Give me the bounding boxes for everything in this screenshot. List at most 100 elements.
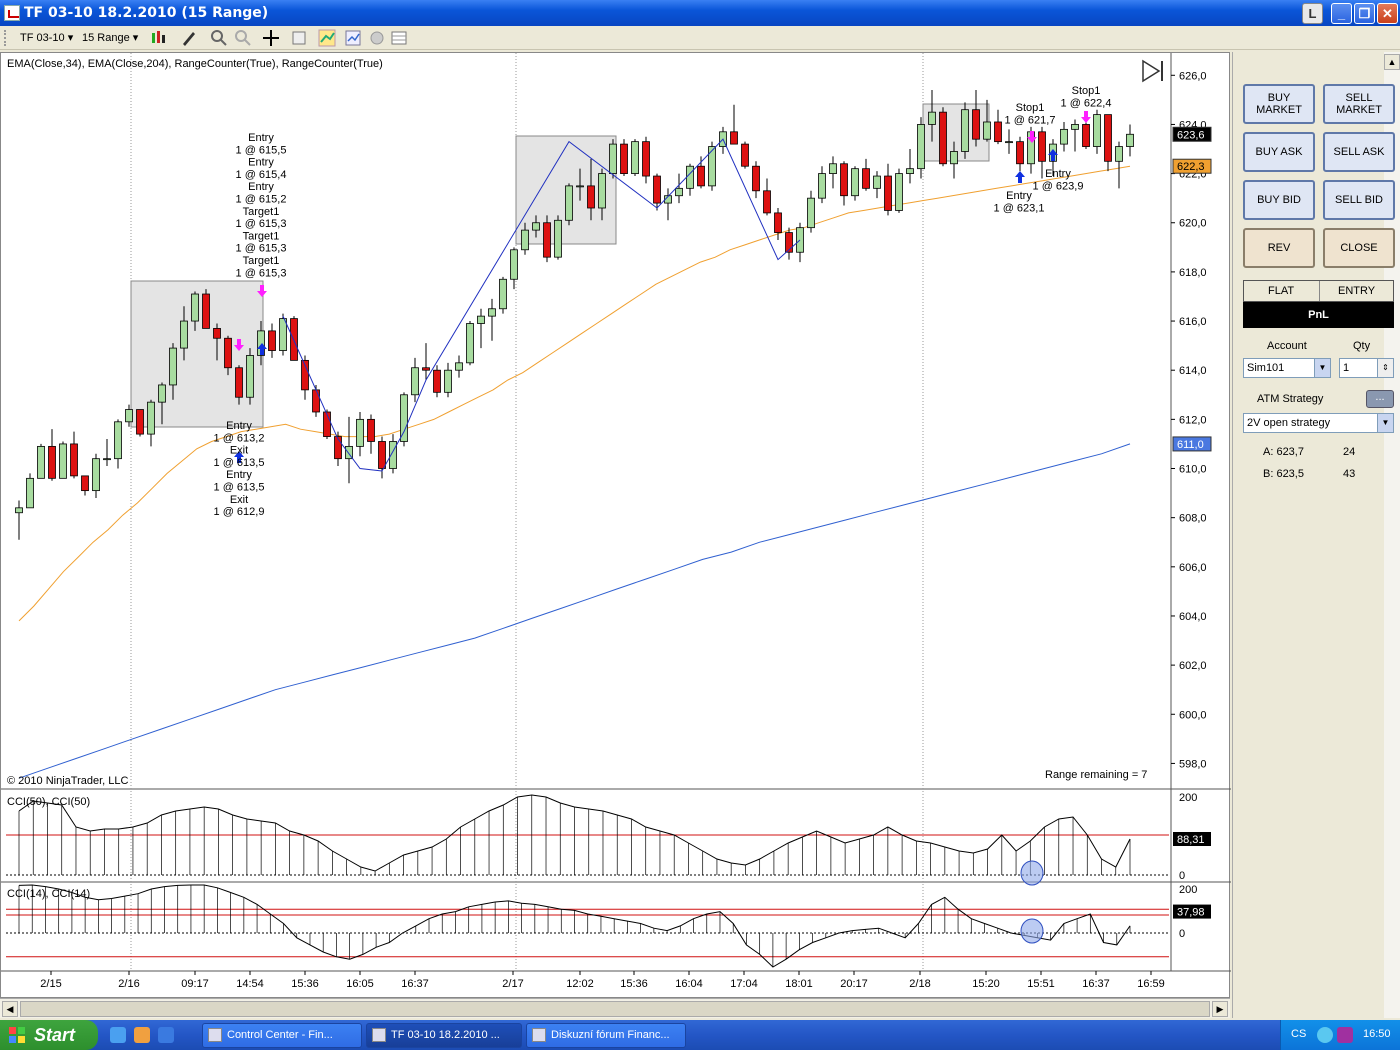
properties-icon[interactable] (290, 29, 308, 47)
candle-body (246, 355, 254, 398)
draw-tool-icon[interactable] (180, 29, 198, 47)
candle-body (972, 109, 980, 140)
strategies-icon[interactable] (344, 29, 362, 47)
candle-body (587, 185, 595, 209)
entry-annotation: Entry (1045, 168, 1071, 180)
candle-body (686, 165, 694, 189)
scroll-left-arrow-icon[interactable]: ◀ (2, 1001, 18, 1017)
trade-annotation-bottom: Entry (226, 420, 252, 432)
quantity-stepper[interactable]: 1 ⇕ (1339, 358, 1394, 378)
position-divider (1319, 281, 1320, 301)
candle-body (488, 308, 496, 317)
cci50-tick-label: 0 (1179, 870, 1185, 882)
candle-body (543, 222, 551, 258)
language-indicator[interactable]: CS (1291, 1028, 1306, 1040)
title-bar: TF 03-10 18.2.2010 (15 Range) L _ ❐ ✕ (0, 0, 1400, 26)
trade-annotation-bottom: 1 @ 612,9 (214, 506, 265, 518)
interval-selector[interactable]: 15 Range ▾ (82, 30, 138, 46)
quicklaunch-ie-icon[interactable] (110, 1027, 126, 1043)
task-forum-browser[interactable]: Diskuzní fórum Financ... (526, 1023, 686, 1048)
candle-body (1104, 114, 1112, 162)
data-box-icon[interactable] (390, 29, 408, 47)
candle-body (1005, 141, 1013, 144)
atm-strategy-options-button[interactable]: ... (1366, 390, 1394, 408)
sell-bid-button[interactable]: SELL BID (1323, 180, 1395, 220)
settings-gear-icon[interactable] (368, 29, 386, 47)
chevron-down-icon: ▼ (1314, 359, 1330, 377)
candle-body (334, 436, 342, 460)
start-button[interactable]: Start (0, 1020, 98, 1050)
tray-network-icon[interactable] (1317, 1027, 1333, 1043)
price-tick-label: 620,0 (1179, 218, 1207, 230)
crosshair-icon[interactable] (262, 29, 280, 47)
trade-annotation-top: Entry (248, 132, 274, 144)
candle-body (1126, 133, 1134, 147)
candle-body (26, 477, 34, 509)
candle-body (466, 323, 474, 364)
chart-pane[interactable]: 626,0 624,0 622,0 620,0 618,0 616,0 614,0 612,0… (0, 52, 1231, 999)
candle-body (1071, 124, 1079, 130)
account-select[interactable]: Sim101 ▼ (1243, 358, 1331, 378)
time-tick-label: 16:37 (401, 978, 429, 990)
buy-ask-button[interactable]: BUY ASK (1243, 132, 1315, 172)
quicklaunch-browser-icon[interactable] (158, 1027, 174, 1043)
quicklaunch-app-icon[interactable] (134, 1027, 150, 1043)
zoom-in-icon[interactable] (210, 29, 228, 47)
task-chart-window[interactable]: TF 03-10 18.2.2010 ... (366, 1023, 522, 1048)
sell-market-button[interactable]: SELL MARKET (1323, 84, 1395, 124)
scroll-right-arrow-icon[interactable]: ▶ (1212, 1001, 1228, 1017)
time-tick-label: 15:36 (620, 978, 648, 990)
side-scroll-up-arrow-icon[interactable]: ▲ (1384, 54, 1400, 70)
price-tick-label: 600,0 (1179, 709, 1207, 721)
link-button[interactable]: L (1302, 3, 1323, 24)
trade-annotation-bottom: 1 @ 613,5 (214, 457, 265, 469)
indicator-label: EMA(Close,34), EMA(Close,204), RangeCoun… (7, 58, 383, 70)
instrument-selector[interactable]: TF 03-10 ▾ (20, 30, 73, 46)
candle-body (323, 411, 331, 437)
zoom-out-icon[interactable] (234, 29, 252, 47)
candle-body (180, 320, 188, 349)
candle-body (884, 175, 892, 211)
close-button[interactable]: ✕ (1377, 3, 1398, 24)
task-control-center[interactable]: Control Center - Fin... (202, 1023, 362, 1048)
candle-body (191, 293, 199, 322)
candle-body (1115, 146, 1123, 162)
scroll-thumb[interactable] (20, 1001, 1210, 1017)
entry-annotation: 1 @ 623,1 (994, 202, 1045, 214)
maximize-button[interactable]: ❐ (1354, 3, 1375, 24)
atm-strategy-select[interactable]: 2V open strategy ▼ (1243, 413, 1394, 433)
price-tick-label: 626,0 (1179, 70, 1207, 82)
candle-body (422, 367, 430, 371)
price-tick-label: 612,0 (1179, 414, 1207, 426)
buy-market-button[interactable]: BUY MARKET (1243, 84, 1315, 124)
price-chart[interactable]: 626,0624,0622,0620,0618,0616,0614,0612,0… (1, 53, 1231, 999)
price-tick-label: 608,0 (1179, 513, 1207, 525)
position-entry-label: ENTRY (1338, 285, 1376, 297)
stop1-annotation: 1 @ 622,4 (1061, 97, 1112, 109)
sell-ask-button[interactable]: SELL ASK (1323, 132, 1395, 172)
ask-size-label: 24 (1343, 446, 1356, 458)
minimize-button[interactable]: _ (1331, 3, 1352, 24)
cci14-value-tag: 37,98 (1177, 907, 1205, 919)
candle-body (620, 143, 628, 174)
price-tick-label: 618,0 (1179, 267, 1207, 279)
candle-body (840, 163, 848, 197)
chart-horizontal-scrollbar[interactable]: ◀ ▶ (0, 998, 1230, 1018)
windows-flag-icon (9, 1027, 25, 1043)
bar-type-icon[interactable] (150, 29, 168, 47)
reverse-button[interactable]: REV (1243, 228, 1315, 268)
entry-annotation: 1 @ 623,9 (1033, 180, 1084, 192)
candle-body (917, 124, 925, 170)
time-tick-label: 12:02 (566, 978, 594, 990)
candle-body (400, 394, 408, 442)
candle-body (653, 175, 661, 204)
candle-body (829, 163, 837, 174)
tray-app-icon[interactable] (1337, 1027, 1353, 1043)
ema204-price-tag: 611,0 (1177, 439, 1204, 451)
indicators-icon[interactable] (318, 29, 336, 47)
candle-body (1060, 128, 1068, 145)
buy-bid-button[interactable]: BUY BID (1243, 180, 1315, 220)
close-position-button[interactable]: CLOSE (1323, 228, 1395, 268)
candle-body (433, 369, 441, 393)
candle-body (356, 418, 364, 447)
